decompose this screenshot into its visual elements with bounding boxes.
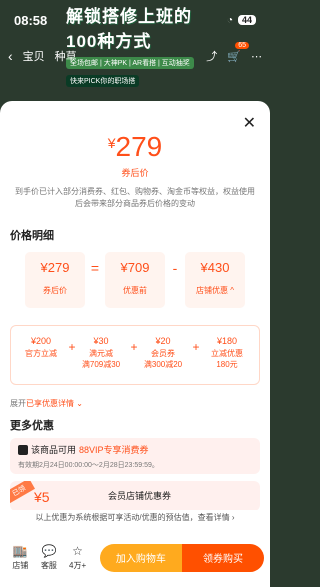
share-icon[interactable]: ⤴ [206,48,217,64]
price-note: 到手价已计入部分消费券、红包、购物券、淘金币等权益，权益使用后会带来部分商品券后… [15,187,255,208]
buy-with-coupon-button[interactable]: 领券购买 [181,543,264,572]
minus-sign: - [172,260,178,276]
expand-details-link[interactable]: 展开已享优惠详情 ⌄ [10,398,83,409]
tab-baby[interactable]: 宝贝 [23,48,45,64]
plus-sign: + [68,340,76,354]
estimate-footnote[interactable]: 以上优惠为系统根据可享活动/优惠的预估值，查看详情 › [0,510,270,526]
chevron-up-icon: ^ [230,286,234,295]
vip-offer[interactable]: 该商品可用 88VIP专享消费券 有效期2月24日00:00:00～2月28日23… [10,438,260,474]
member-coupon[interactable]: 已领 ¥5 会员店铺优惠券 [10,481,260,511]
favorite-tab[interactable]: ☆ 4万+ [63,544,92,571]
equation-row: ¥279 券后价 = ¥709 优惠前 - ¥430 店铺优惠 ^ [25,252,250,308]
add-to-cart-button[interactable]: 加入购物车 [99,543,182,572]
coupon-title: 会员店铺优惠券 [108,491,172,501]
close-icon[interactable]: ✕ [243,113,256,133]
cart-icon[interactable]: 🛒 65 [227,41,249,63]
final-price: ¥279 [0,131,270,163]
price-yen: ¥ [107,135,116,151]
breakdown-title: 价格明细 [10,230,54,242]
equals-sign: = [90,260,100,276]
price-sheet: ✕ ¥279 券后价 到手价已计入部分消费券、红包、购物券、淘金币等权益，权益使… [0,101,270,587]
box-value: ¥279 [40,260,70,275]
vip-validity: 有效期2月24日00:00:00～2月28日23:59:59。 [18,462,159,469]
more-offers-title: 更多优惠 [10,420,54,432]
store-icon: 🏬 [12,544,28,558]
banner-sub: 快来PICK你的职场搭 [66,75,140,87]
coupon-amount: ¥5 [34,489,50,505]
discount-official: ¥200 官方立减 [25,336,57,358]
claimed-tag: 已领 [10,481,35,504]
store-discount-box[interactable]: ¥430 店铺优惠 ^ [185,252,245,308]
box-caption: 券后价 [43,286,67,295]
top-nav: ‹ 宝贝 种草 ⤴ 🛒 65 ⋯ [0,41,270,68]
box-value: ¥430 [200,260,230,275]
final-price-box: ¥279 券后价 [25,252,85,308]
price-caption: 券后价 [121,168,149,178]
discount-instant: ¥180 立减优惠 180元 [211,336,243,369]
wifi-icon: ◔ [226,14,233,26]
plus-sign: + [192,340,200,354]
plus-sign: + [130,340,138,354]
original-price-box: ¥709 优惠前 [105,252,165,308]
ticket-icon [18,444,28,455]
more-icon[interactable]: ⋯ [251,50,262,63]
chat-icon: 💬 [41,544,57,558]
box-caption: 店铺优惠 ^ [196,286,234,295]
box-value: ¥709 [120,260,150,275]
tab-grass[interactable]: 种草 [55,48,77,64]
battery-icon: 44 [237,15,256,25]
store-tab[interactable]: 🏬 店铺 [6,544,35,571]
discount-full-reduction: ¥30 满元减 满709减30 [81,336,121,369]
discount-member-coupon: ¥20 会员券 满300减20 [143,336,183,369]
star-icon: ☆ [72,544,83,558]
box-caption: 优惠前 [123,286,147,295]
status-time: 08:58 [14,12,48,28]
discount-detail-box: ¥200 官方立减 + ¥30 满元减 满709减30 + ¥20 会员券 满3… [10,325,260,385]
bottom-action-bar: 🏬 店铺 💬 客服 ☆ 4万+ 加入购物车 领券购买 [0,528,270,587]
price-value: 279 [115,131,163,162]
service-tab[interactable]: 💬 客服 [35,544,64,571]
banner-title-1: 解锁搭修上班的 [66,7,192,26]
back-icon[interactable]: ‹ [8,48,13,64]
status-icons: ◔ 44 [227,15,256,26]
cart-count: 65 [235,41,249,49]
